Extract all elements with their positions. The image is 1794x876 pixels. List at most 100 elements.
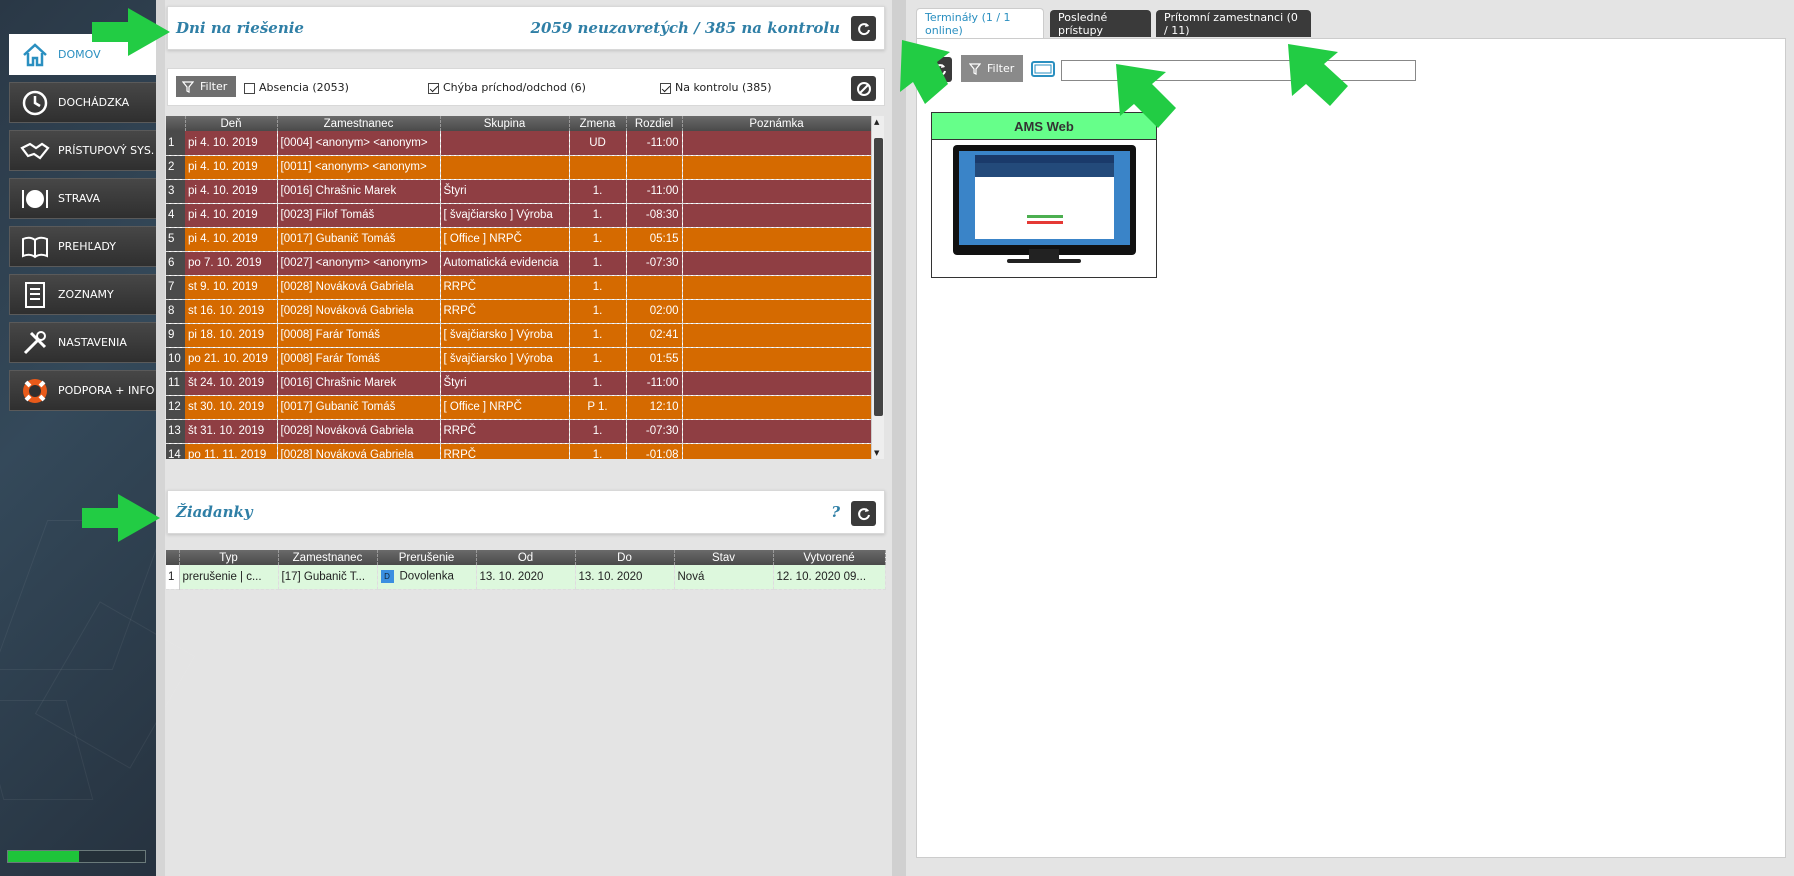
scroll-down-icon[interactable]: ▼ <box>874 449 879 457</box>
terminal-name: AMS Web <box>932 113 1156 140</box>
column-header[interactable]: Poznámka <box>682 116 872 131</box>
table-row[interactable]: 1 pi 4. 10. 2019 [0004] <anonym> <anonym> U… <box>166 131 872 156</box>
nav-dochadzka[interactable]: DOCHÁDZKA <box>9 82 156 123</box>
dni-table: Deň Zamestnanec Skupina Zmena Rozdiel Poznámk… <box>166 116 872 459</box>
row-number: 8 <box>166 299 185 324</box>
right-panel: Filter AMS Web <box>916 38 1786 858</box>
nav-domov[interactable]: DOMOV <box>9 34 156 75</box>
table-cell <box>626 275 683 300</box>
table-cell: [ švajčiarsko ] Výroba <box>440 347 570 372</box>
table-cell: RRPČ <box>440 299 570 324</box>
column-header[interactable]: Prerušenie <box>377 550 477 565</box>
help-icon[interactable]: ? <box>831 503 840 521</box>
table-row[interactable]: 8st 16. 10. 2019 [0028] Nováková Gabriela… <box>166 299 872 324</box>
nav-nastavenia[interactable]: NASTAVENIA <box>9 322 156 363</box>
table-cell: st 9. 10. 2019 <box>185 275 278 300</box>
table-row[interactable]: 3 pi 4. 10. 2019 [0016] Chrašnic Marek Štyr… <box>166 179 872 204</box>
terminals-search-input[interactable] <box>1061 60 1416 81</box>
table-cell <box>682 299 872 324</box>
nav-zoznamy[interactable]: ZOZNAMY <box>9 274 156 315</box>
table-row[interactable]: 7st 9. 10. 2019 [0028] Nováková Gabriela R… <box>166 275 872 300</box>
tab-posledne-pristupy[interactable]: Posledné prístupy <box>1050 10 1151 37</box>
table-cell: Štyri <box>440 371 570 396</box>
table-row[interactable]: 1 prerušenie | c... [17] Gubanič T... D Dovo… <box>166 565 886 590</box>
table-cell <box>682 227 872 252</box>
nav-strava[interactable]: STRAVA <box>9 178 156 219</box>
table-row[interactable]: 4 pi 4. 10. 2019 [0023] Filof Tomáš[ švajč… <box>166 203 872 228</box>
scrollbar[interactable]: ▲ ▼ <box>871 116 884 459</box>
check-absencia[interactable]: Absencia (2053) <box>244 81 349 94</box>
check-chyba[interactable]: Chýba príchod/odchod (6) <box>428 81 586 94</box>
table-cell: 1. <box>569 251 627 276</box>
table-cell: 1. <box>569 443 627 459</box>
table-cell <box>682 251 872 276</box>
table-cell: 1. <box>569 323 627 348</box>
home-icon <box>18 38 52 72</box>
table-cell: 1. <box>569 347 627 372</box>
column-header[interactable]: Zamestnanec <box>277 116 441 131</box>
check-na-kontrolu[interactable]: Na kontrolu (385) <box>660 81 772 94</box>
table-row[interactable]: 12st 30. 10. 2019 [0017] Gubanič Tomáš[ O… <box>166 395 872 420</box>
tab-terminaly[interactable]: Termináły (1 / 1 online) <box>916 8 1044 38</box>
checkbox[interactable] <box>244 82 255 94</box>
handshake-icon <box>18 134 52 168</box>
table-cell: -11:00 <box>626 179 683 204</box>
dni-filter-bar: Filter Absencia (2053) Chýba príchod/odc… <box>167 68 885 106</box>
table-cell <box>682 347 872 372</box>
table-cell: [ švajčiarsko ] Výroba <box>440 203 570 228</box>
table-cell: 1. <box>569 275 627 300</box>
terminal-card[interactable]: AMS Web <box>931 112 1157 278</box>
table-row[interactable]: 2 pi 4. 10. 2019 [0011] <anonym> <anonym> <box>166 155 872 180</box>
nav-prehlady[interactable]: PREHĽADY <box>9 226 156 267</box>
clock-icon <box>18 86 52 120</box>
table-cell <box>440 155 570 180</box>
tab-posledne-label: Posledné prístupy <box>1058 10 1108 37</box>
table-row[interactable]: 13 št 31. 10. 2019 [0028] Nováková Gabriel… <box>166 419 872 444</box>
column-header[interactable]: Od <box>476 550 576 565</box>
row-number: 2 <box>166 155 185 180</box>
column-header[interactable]: Stav <box>674 550 774 565</box>
table-cell: št 31. 10. 2019 <box>185 419 278 444</box>
dni-title: Dni na riešenie <box>176 19 304 37</box>
table-cell: Automatická evidencia <box>440 251 570 276</box>
funnel-icon <box>969 62 981 75</box>
table-cell: [0028] Nováková Gabriela <box>277 275 441 300</box>
column-header[interactable]: Rozdiel <box>626 116 683 131</box>
table-cell <box>569 155 627 180</box>
table-row[interactable]: 5 pi 4. 10. 2019 [0017] Gubanič Tomáš[ Off… <box>166 227 872 252</box>
nav-pristupovy-label: PRÍSTUPOVÝ SYS. <box>58 144 155 157</box>
clear-filter-button[interactable] <box>851 76 876 101</box>
column-header[interactable]: Vytvorené <box>773 550 886 565</box>
column-header[interactable]: Zmena <box>569 116 627 131</box>
terminals-filter-button[interactable]: Filter <box>961 55 1023 82</box>
nav-pristupovy-sys[interactable]: PRÍSTUPOVÝ SYS. <box>9 130 156 171</box>
scroll-thumb[interactable] <box>874 138 883 416</box>
ziadanky-refresh-button[interactable] <box>851 501 876 526</box>
tab-pritomni[interactable]: Prítomní zamestnanci (0 / 11) <box>1156 10 1311 37</box>
column-header[interactable]: Deň <box>185 116 278 131</box>
tablet-icon[interactable] <box>1031 61 1055 80</box>
table-row[interactable]: 14 po 11. 11. 2019 [0028] Nováková Gabriel… <box>166 443 872 459</box>
filter-button[interactable]: Filter <box>176 76 236 97</box>
row-number: 1 <box>166 565 180 590</box>
table-cell: po 11. 11. 2019 <box>185 443 278 459</box>
dni-refresh-button[interactable] <box>851 16 876 41</box>
checkbox[interactable] <box>660 82 671 94</box>
table-row[interactable]: 9 pi 18. 10. 2019 [0008] Farár Tomáš[ švaj… <box>166 323 872 348</box>
terminals-refresh-button[interactable] <box>927 57 952 82</box>
column-header[interactable]: Do <box>575 550 675 565</box>
column-header[interactable]: Typ <box>179 550 279 565</box>
table-cell: P 1. <box>569 395 627 420</box>
table-row[interactable]: 6 po 7. 10. 2019 [0027] <anonym> <anonym> A… <box>166 251 872 276</box>
nav-podpora[interactable]: PODPORA + INFO <box>9 370 156 411</box>
nav-podpora-label: PODPORA + INFO <box>58 384 155 397</box>
table-row[interactable]: 11 št 24. 10. 2019 [0016] Chrašnic Marek Št… <box>166 371 872 396</box>
column-header[interactable]: Skupina <box>440 116 570 131</box>
table-cell: [0016] Chrašnic Marek <box>277 179 441 204</box>
scroll-up-icon[interactable]: ▲ <box>874 118 879 126</box>
nav-prehlady-label: PREHĽADY <box>58 240 116 253</box>
table-row[interactable]: 10 po 21. 10. 2019 [0008] Farár Tomáš[ šva… <box>166 347 872 372</box>
row-number: 6 <box>166 251 185 276</box>
checkbox[interactable] <box>428 82 439 94</box>
column-header[interactable]: Zamestnanec <box>278 550 378 565</box>
